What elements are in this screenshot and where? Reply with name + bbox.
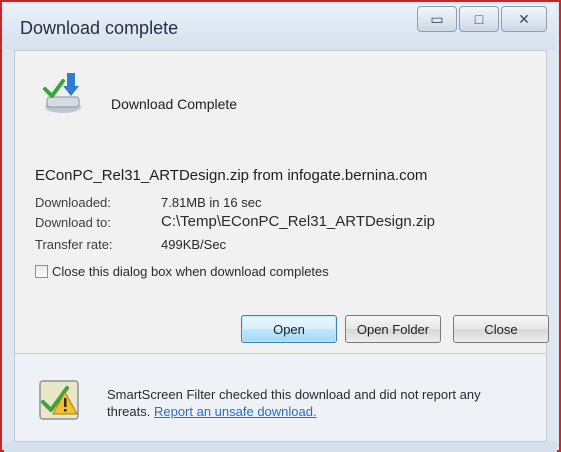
open-folder-button[interactable]: Open Folder [345,315,441,343]
close-button-label: Close [484,321,518,337]
close-icon: ✕ [518,10,530,27]
report-unsafe-download-link[interactable]: Report an unsafe download. [154,404,317,419]
transfer-rate-label: Transfer rate: [35,237,113,252]
close-when-complete-option[interactable]: Close this dialog box when download comp… [35,264,329,279]
title-bar[interactable]: Download complete ▭ □ ✕ [4,4,557,50]
window-controls: ▭ □ ✕ [417,6,547,32]
download-complete-icon [43,73,81,113]
download-to-label: Download to: [35,215,111,230]
maximize-icon: □ [474,11,484,27]
maximize-button[interactable]: □ [459,6,499,32]
close-when-complete-label: Close this dialog box when download comp… [52,264,329,279]
close-button[interactable]: Close [453,315,549,343]
close-window-button[interactable]: ✕ [501,6,547,32]
close-when-complete-checkbox[interactable] [35,265,48,278]
window-title: Download complete [20,18,179,38]
window-bottom-edge [4,442,557,452]
open-folder-button-label: Open Folder [356,321,430,337]
downloaded-label: Downloaded: [35,195,111,210]
minimize-button[interactable]: ▭ [417,6,457,32]
dialog-body: Download Complete EConPC_Rel31_ARTDesign… [14,50,549,354]
open-button[interactable]: Open [241,315,337,343]
dialog-window: Download complete ▭ □ ✕ Download Complet… [0,0,561,452]
file-source-line: EConPC_Rel31_ARTDesign.zip from infogate… [35,167,428,184]
smartscreen-message: SmartScreen Filter checked this download… [107,386,527,420]
transfer-rate-value: 499KB/Sec [161,237,227,252]
download-complete-heading: Download Complete [111,96,238,112]
smartscreen-shield-icon [39,380,79,420]
download-to-value: C:\Temp\EConPC_Rel31_ARTDesign.zip [161,213,436,230]
smartscreen-footer: SmartScreen Filter checked this download… [14,354,547,442]
minimize-icon: ▭ [430,10,444,27]
open-button-label: Open [273,321,305,337]
downloaded-value: 7.81MB in 16 sec [161,195,262,210]
